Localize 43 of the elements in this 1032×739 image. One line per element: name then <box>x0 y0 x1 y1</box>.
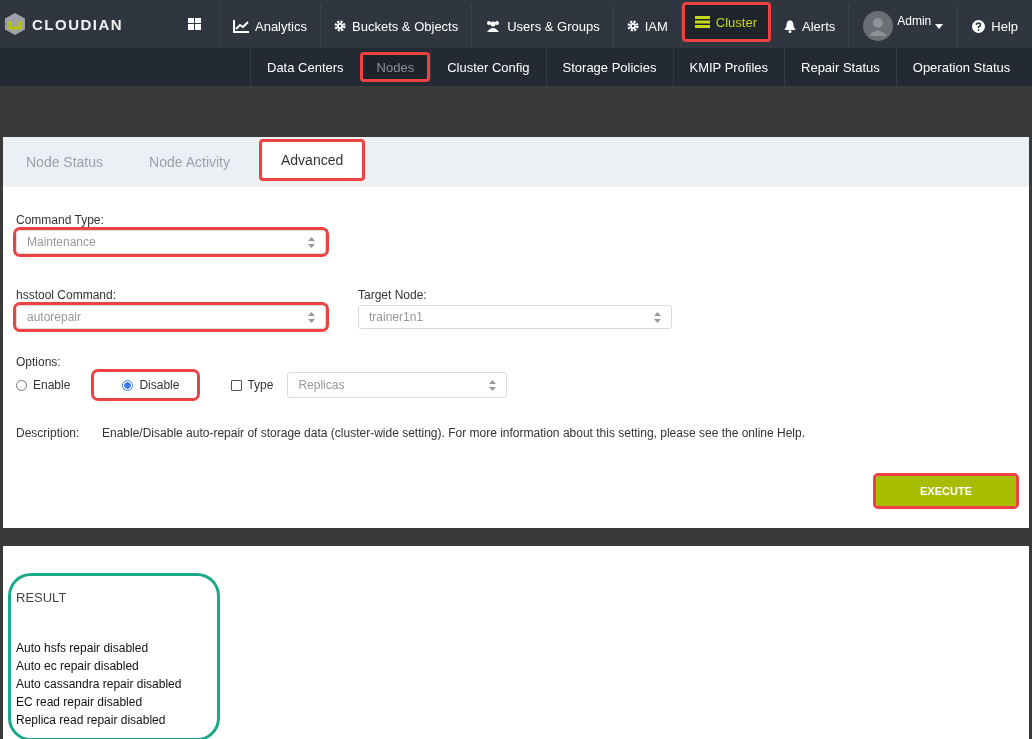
field-label: Options: <box>16 355 62 369</box>
result-line: Replica read repair disabled <box>16 712 167 729</box>
subnav-tab[interactable]: Storage Policies <box>545 48 673 86</box>
result-line: EC read repair disabled <box>16 694 144 711</box>
radio-option[interactable]: Enable <box>16 372 71 398</box>
result-line: Auto hsfs repair disabled <box>16 640 150 657</box>
help-link[interactable]: Help <box>958 4 1032 48</box>
radio-option[interactable]: Disable <box>94 372 198 398</box>
logo-icon <box>4 12 26 36</box>
result-line: Auto cassandra repair disabled <box>16 676 183 693</box>
chart-icon <box>233 19 249 33</box>
sort-arrows-icon <box>489 379 497 391</box>
field-label: Command Type: <box>16 213 105 227</box>
result-line: Auto ec repair disabled <box>16 658 140 675</box>
checkbox[interactable] <box>231 379 243 391</box>
sort-arrows-icon <box>308 236 315 248</box>
description-label: Description: <box>16 426 81 440</box>
subnav-tab[interactable]: Data Centers <box>250 48 360 86</box>
users-icon <box>485 20 502 32</box>
gear-icon <box>334 20 346 32</box>
sort-arrows-icon <box>654 311 661 323</box>
subnav-tab[interactable]: Cluster Config <box>430 48 546 86</box>
radio-button[interactable] <box>122 379 134 391</box>
bell-icon <box>784 19 797 33</box>
sort-arrows-icon <box>308 311 315 323</box>
nav-tab[interactable]: Cluster <box>681 2 772 42</box>
field-label: hsstool Command: <box>16 288 118 302</box>
page-tab[interactable]: Advanced <box>259 139 366 181</box>
description-text: Enable/Disable auto-repair of storage data (cluster-wide setting). For more information about this setting, please see the online Help. <box>102 426 806 440</box>
result-title: RESULT <box>16 590 68 605</box>
grid-icon <box>188 18 201 30</box>
server-icon <box>694 16 710 28</box>
avatar-icon <box>863 11 894 41</box>
subnav-tab[interactable]: Operation Status <box>895 48 1027 86</box>
caret-icon <box>935 23 944 29</box>
brand-name: CLOUDIAN <box>32 15 124 33</box>
field-label: Target Node: <box>358 288 428 302</box>
type-checkbox-option[interactable]: Type <box>231 378 274 392</box>
gear-icon <box>626 20 639 32</box>
help-icon <box>972 19 986 33</box>
subnav-tab[interactable]: Repair Status <box>784 48 896 86</box>
subnav-tab[interactable]: Nodes <box>359 52 431 82</box>
subnav-tab[interactable]: KMIP Profiles <box>672 48 784 86</box>
